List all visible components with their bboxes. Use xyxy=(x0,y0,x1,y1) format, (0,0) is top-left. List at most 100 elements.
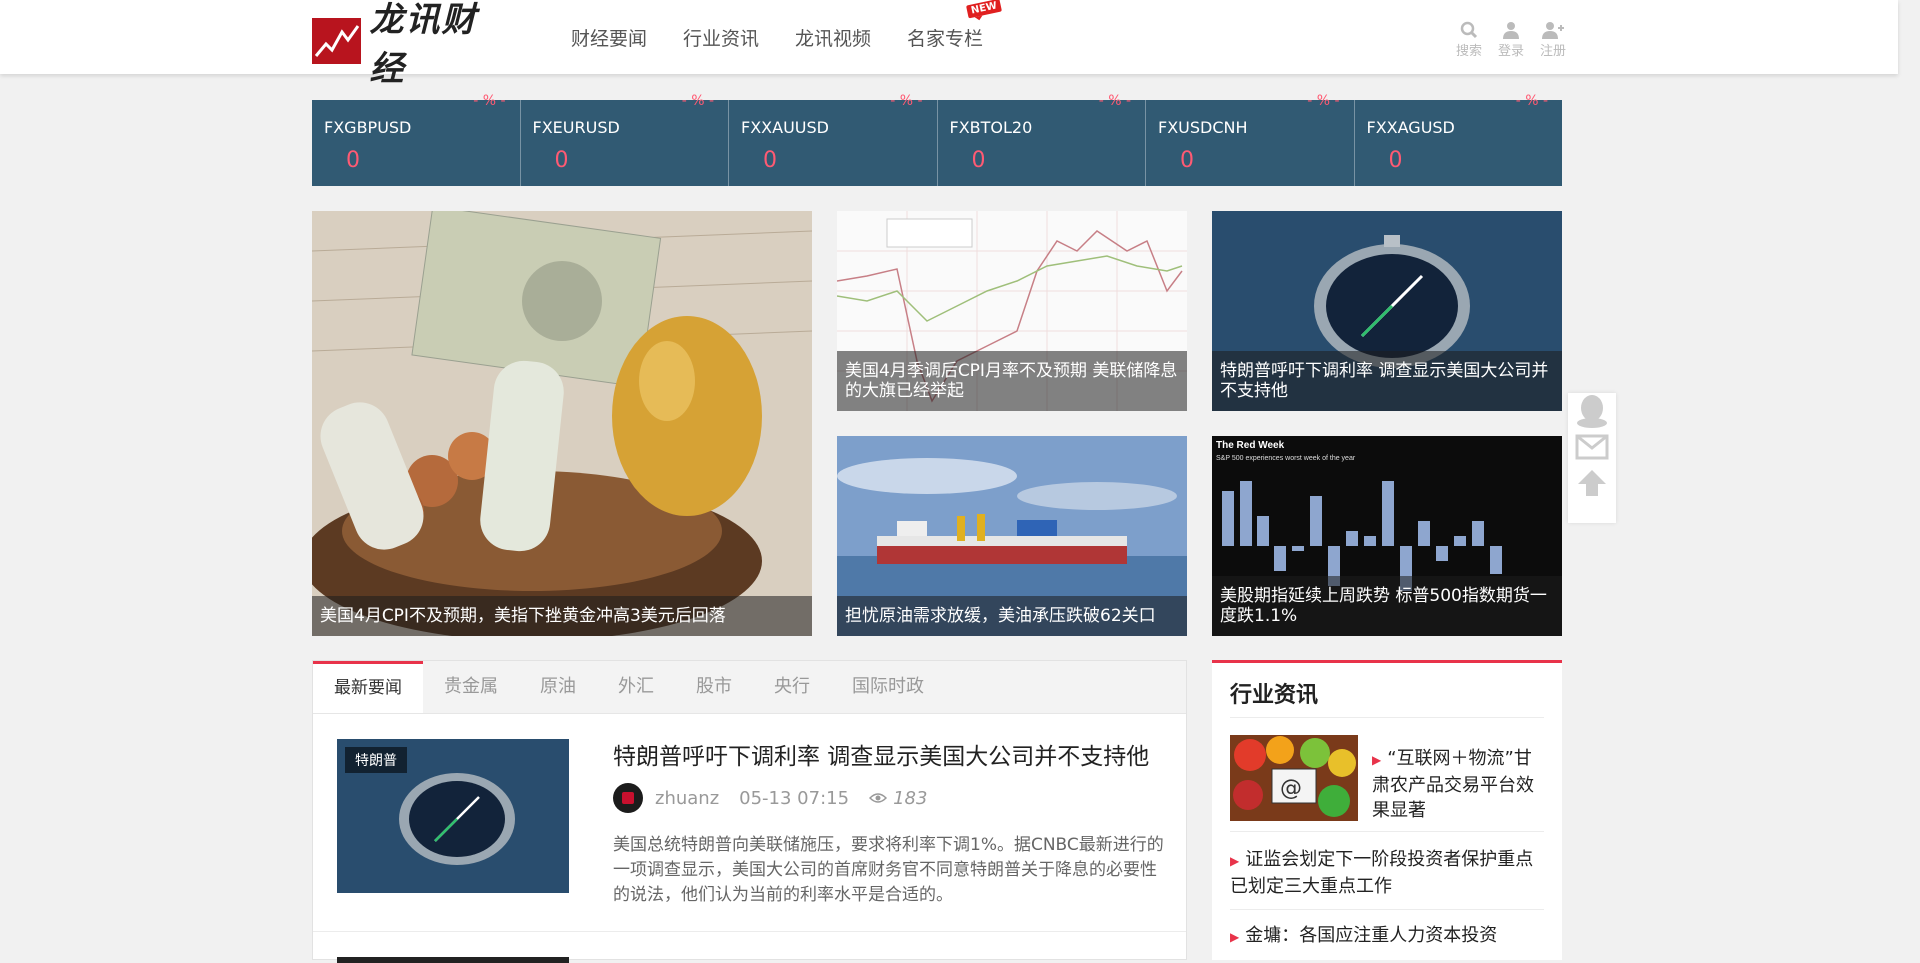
market-ticker: - % - FXGBPUSD 0 - % - FXEURUSD 0 - % - … xyxy=(312,93,1563,186)
triangle-right-icon: ▶ xyxy=(1372,753,1382,767)
author-name[interactable]: zhuanz xyxy=(655,788,719,809)
tab-forex[interactable]: 外汇 xyxy=(597,661,675,713)
login-label: 登录 xyxy=(1497,44,1524,59)
article-divider xyxy=(313,931,1186,932)
register-button[interactable]: 注册 xyxy=(1532,20,1574,59)
next-article-thumbnail[interactable] xyxy=(337,957,569,963)
ticker-symbol: FXXAUUSD xyxy=(741,118,829,137)
main-nav: 财经要闻 行业资讯 龙讯视频 名家专栏 NEW xyxy=(571,0,1019,51)
search-button[interactable]: 搜索 xyxy=(1448,20,1490,59)
article-summary: 美国总统特朗普向美联储施压，要求将利率下调1%。据CNBC最新进行的一项调查显示… xyxy=(613,835,1164,905)
new-badge: NEW xyxy=(965,0,1003,19)
author-avatar[interactable] xyxy=(613,783,643,813)
user-tools: 搜索 登录 注册 xyxy=(1448,20,1574,59)
side-news-link-text: 金墉：各国应注重人力资本投资 xyxy=(1245,925,1498,946)
feature-caption: 美国4月CPI不及预期，美指下挫黄金冲高3美元后回落 xyxy=(312,596,812,636)
red-week-image-title: The Red Week xyxy=(1216,440,1285,451)
ticker-symbol: FXXAGUSD xyxy=(1366,118,1455,137)
ticker-value: 0 xyxy=(971,148,986,173)
ticker-change: - % - xyxy=(1515,93,1548,109)
email-button[interactable] xyxy=(1568,429,1616,465)
article-tag[interactable]: 特朗普 xyxy=(345,747,407,773)
site-logo[interactable]: 龙讯财经 xyxy=(312,0,512,89)
divider xyxy=(1230,717,1544,718)
tab-world-politics[interactable]: 国际时政 xyxy=(831,661,945,713)
nav-item-columns-label: 名家专栏 xyxy=(907,28,984,50)
ticker-change: - % - xyxy=(473,93,506,109)
article-thumbnail[interactable]: 特朗普 xyxy=(337,739,569,893)
login-button[interactable]: 登录 xyxy=(1490,20,1532,59)
side-news-link-text: “互联网＋物流”甘肃农产品交易平台效果显著 xyxy=(1372,748,1534,821)
ticker-value: 0 xyxy=(554,148,569,173)
feature-caption: 特朗普呼吁下调利率 调查显示美国大公司并不支持他 xyxy=(1212,351,1562,411)
arrow-up-icon xyxy=(1578,470,1606,496)
tab-precious-metals[interactable]: 贵金属 xyxy=(423,661,519,713)
feature-tile-red-week[interactable]: The Red Week S&P 500 experiences worst w… xyxy=(1212,436,1562,636)
article-title[interactable]: 特朗普呼吁下调利率 调查显示美国大公司并不支持他 xyxy=(613,737,1149,771)
feature-tile-oil[interactable]: 担忧原油需求放缓，美油承压跌破62关口 xyxy=(837,436,1187,636)
divider xyxy=(1230,831,1544,832)
register-label: 注册 xyxy=(1539,44,1566,59)
ticker-change: - % - xyxy=(890,93,923,109)
ticker-item[interactable]: - % - FXXAGUSD 0 xyxy=(1355,93,1563,186)
triangle-right-icon: ▶ xyxy=(1230,930,1240,944)
tab-central-bank[interactable]: 央行 xyxy=(753,661,831,713)
side-panel-title: 行业资讯 xyxy=(1230,683,1319,708)
search-icon xyxy=(1448,20,1490,40)
nav-item-industry-news[interactable]: 行业资讯 xyxy=(683,24,759,51)
ticker-symbol: FXBTOL20 xyxy=(949,118,1033,137)
feature-tile-compass[interactable]: 特朗普呼吁下调利率 调查显示美国大公司并不支持他 xyxy=(1212,211,1562,411)
mail-icon xyxy=(1575,434,1609,460)
gold-egg-image xyxy=(312,211,812,636)
ticker-symbol: FXGBPUSD xyxy=(324,118,412,137)
ticker-value: 0 xyxy=(1388,148,1403,173)
feature-caption: 美股期指延续上周跌势 标普500指数期货一度跌1.1% xyxy=(1212,576,1562,636)
ticker-item[interactable]: - % - FXGBPUSD 0 xyxy=(312,93,521,186)
tab-crude-oil[interactable]: 原油 xyxy=(519,661,597,713)
ticker-item[interactable]: - % - FXXAUUSD 0 xyxy=(729,93,938,186)
article-time: 05-13 07:15 xyxy=(739,787,850,809)
nav-item-finance-news[interactable]: 财经要闻 xyxy=(571,24,647,51)
ticker-item[interactable]: - % - FXEURUSD 0 xyxy=(521,93,729,186)
ticker-change: - % - xyxy=(1307,93,1340,109)
ticker-value: 0 xyxy=(1180,148,1194,173)
feature-tile-gold[interactable]: 美国4月CPI不及预期，美指下挫黄金冲高3美元后回落 xyxy=(312,211,812,636)
search-label: 搜索 xyxy=(1455,44,1482,59)
svg-text:@: @ xyxy=(1280,776,1302,801)
side-news-link-text: 证监会划定下一阶段投资者保护重点 已划定三大重点工作 xyxy=(1230,849,1534,897)
user-icon xyxy=(1490,20,1532,40)
tab-stocks[interactable]: 股市 xyxy=(675,661,753,713)
top-navigation-bar: 龙讯财经 财经要闻 行业资讯 龙讯视频 名家专栏 NEW 搜索 登录 注册 xyxy=(0,0,1898,89)
triangle-right-icon: ▶ xyxy=(1230,854,1240,868)
add-user-icon xyxy=(1532,20,1574,40)
floating-toolbar xyxy=(1568,393,1616,523)
back-to-top-button[interactable] xyxy=(1568,465,1616,501)
side-news-link[interactable]: ▶ “互联网＋物流”甘肃农产品交易平台效果显著 xyxy=(1372,746,1547,823)
nav-item-columns[interactable]: 名家专栏 NEW xyxy=(907,0,1003,51)
red-week-image-subtitle: S&P 500 experiences worst week of the ye… xyxy=(1216,455,1356,462)
feature-caption: 担忧原油需求放缓，美油承压跌破62关口 xyxy=(837,596,1187,636)
qq-penguin-icon xyxy=(1577,395,1607,428)
ticker-value: 0 xyxy=(346,148,360,173)
feature-caption: 美国4月季调后CPI月率不及预期 美联储降息的大旗已经举起 xyxy=(837,351,1187,411)
article-meta: zhuanz 05-13 07:15 183 xyxy=(613,783,927,813)
ticker-item[interactable]: - % - FXBTOL20 0 xyxy=(938,93,1146,186)
tab-latest[interactable]: 最新要闻 xyxy=(313,661,423,713)
feature-tile-cpi[interactable]: 美国4月季调后CPI月率不及预期 美联储降息的大旗已经举起 xyxy=(837,211,1187,411)
nav-item-video[interactable]: 龙讯视频 xyxy=(795,24,871,51)
view-count: 183 xyxy=(893,787,928,809)
news-tabs: 最新要闻 贵金属 原油 外汇 股市 央行 国际时政 xyxy=(313,661,1186,714)
side-news-link[interactable]: ▶ 金墉：各国应注重人力资本投资 xyxy=(1230,923,1548,950)
ticker-symbol: FXEURUSD xyxy=(532,118,620,137)
qq-chat-button[interactable] xyxy=(1568,393,1616,429)
side-news-link[interactable]: ▶ 证监会划定下一阶段投资者保护重点 已划定三大重点工作 xyxy=(1230,847,1548,899)
side-article-thumbnail[interactable]: @ xyxy=(1230,735,1358,821)
ticker-value: 0 xyxy=(763,148,777,173)
news-panel: 最新要闻 贵金属 原油 外汇 股市 央行 国际时政 特朗普 特朗普呼吁下调利率 … xyxy=(312,660,1187,963)
ticker-item[interactable]: - % - FXUSDCNH 0 xyxy=(1146,93,1355,186)
ticker-change: - % - xyxy=(681,93,714,109)
industry-news-panel: 行业资讯 @ ▶ “互联网＋物流”甘肃农产品交易平台效果显著 ▶ 证监会划定下一阶段… xyxy=(1212,660,1562,960)
divider xyxy=(1230,909,1544,910)
eye-icon xyxy=(869,788,888,809)
ticker-change: - % - xyxy=(1098,93,1131,109)
